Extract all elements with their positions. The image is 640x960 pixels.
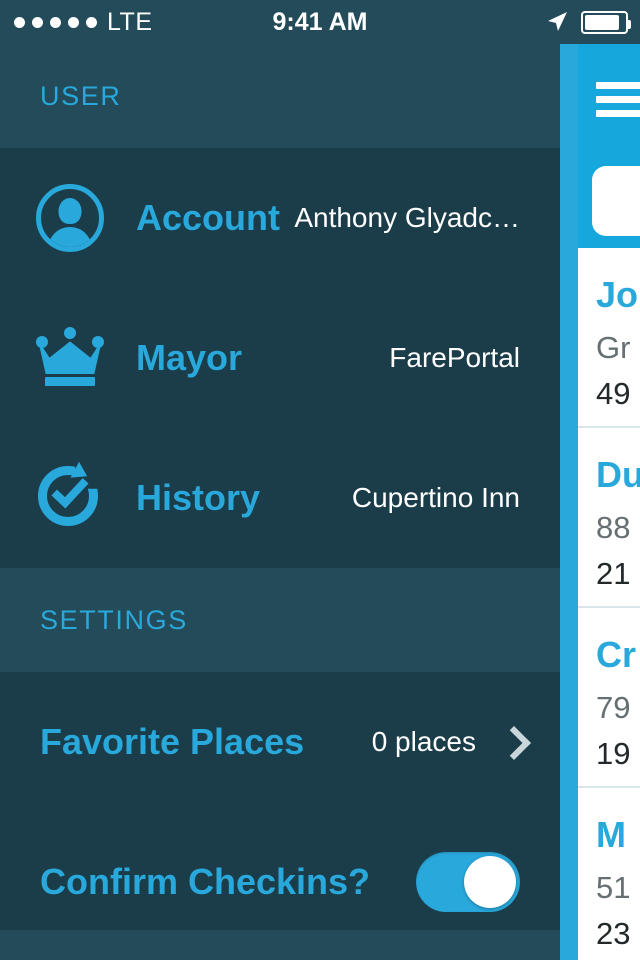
app-header-bar xyxy=(578,44,640,156)
venue-meta: 49 xyxy=(596,376,631,411)
drawer-item-value: Cupertino Inn xyxy=(351,482,520,513)
drawer-item-label: Favorite Places xyxy=(40,721,305,762)
chevron-right-icon xyxy=(502,726,520,758)
avatar-body xyxy=(48,227,92,247)
drawer-item-label: Mayor xyxy=(136,337,243,378)
venue-title: Cr xyxy=(596,634,637,675)
drawer-item-label: History xyxy=(136,477,261,518)
status-bar: LTE 9:41 AM xyxy=(0,0,640,44)
crown-icon xyxy=(36,324,104,392)
drawer-item-label: Account xyxy=(136,197,280,238)
section-title: SETTINGS xyxy=(40,604,188,635)
toggle-knob xyxy=(464,856,516,908)
crown-base xyxy=(45,377,95,386)
venue-meta: 21 xyxy=(596,556,631,591)
hamburger-bar xyxy=(596,82,640,89)
drawer-item-value: Anthony Glyadc… xyxy=(294,202,520,233)
venue-meta: 19 xyxy=(596,736,631,771)
hamburger-bar xyxy=(596,110,640,117)
account-icon xyxy=(36,184,104,252)
venue-subtitle: 88 xyxy=(596,510,631,545)
venue-subtitle: 79 xyxy=(596,690,631,725)
venue-card-list: Jo Gr 49 Du 88 21 Cr 79 19 M 51 23 xyxy=(578,248,640,960)
history-icon xyxy=(36,461,104,532)
venue-title: M xyxy=(596,814,626,855)
panel-accent-strip xyxy=(560,44,578,960)
status-bar-right xyxy=(545,0,631,44)
list-item[interactable]: Cr 79 19 xyxy=(578,608,640,788)
battery-icon xyxy=(581,10,631,34)
search-input[interactable] xyxy=(592,166,640,236)
section-header-user: USER xyxy=(0,44,560,148)
drawer-item-value: FarePortal xyxy=(389,342,520,373)
venue-title: Du xyxy=(596,454,640,495)
section-title: USER xyxy=(40,80,122,111)
clock-label: 9:41 AM xyxy=(272,8,368,36)
history-icon-shape xyxy=(36,461,104,532)
drawer-item-history[interactable]: History Cupertino Inn xyxy=(0,428,560,568)
venue-meta: 23 xyxy=(596,916,631,951)
hamburger-menu-icon[interactable] xyxy=(596,82,640,117)
settings-drawer: USER Account Anthony Glyadc… Mayor FareP… xyxy=(0,44,560,960)
drawer-bottom-band xyxy=(0,930,560,960)
crown-point xyxy=(64,327,76,339)
search-bar-container xyxy=(578,156,640,248)
drawer-item-mayor[interactable]: Mayor FarePortal xyxy=(0,288,560,428)
section-header-settings: SETTINGS xyxy=(0,568,560,672)
drawer-item-label: Confirm Checkins? xyxy=(40,861,371,902)
list-item[interactable]: Jo Gr 49 xyxy=(578,248,640,428)
list-item[interactable]: Du 88 21 xyxy=(578,428,640,608)
panel-inner: Jo Gr 49 Du 88 21 Cr 79 19 M 51 23 xyxy=(578,44,640,960)
drawer-item-account[interactable]: Account Anthony Glyadc… xyxy=(0,148,560,288)
phone-screen: LTE 9:41 AM Jo Gr 49 Du 88 21 Cr 79 19 M… xyxy=(0,0,640,960)
account-icon-circle xyxy=(36,184,104,252)
hamburger-bar xyxy=(596,96,640,103)
venue-subtitle: Gr xyxy=(596,330,631,365)
drawer-item-favorite-places[interactable]: Favorite Places 0 places xyxy=(0,672,560,812)
battery-fill xyxy=(585,14,619,30)
location-arrow-icon xyxy=(548,12,567,31)
list-item[interactable]: M 51 23 xyxy=(578,788,640,960)
avatar-head xyxy=(58,198,82,224)
main-content-panel[interactable]: Jo Gr 49 Du 88 21 Cr 79 19 M 51 23 xyxy=(560,44,640,960)
crown-icon-shape xyxy=(36,324,104,392)
drawer-item-value: 0 places xyxy=(371,726,476,757)
confirm-checkins-toggle[interactable] xyxy=(416,852,520,912)
venue-subtitle: 51 xyxy=(596,870,631,905)
venue-title: Jo xyxy=(596,274,639,315)
